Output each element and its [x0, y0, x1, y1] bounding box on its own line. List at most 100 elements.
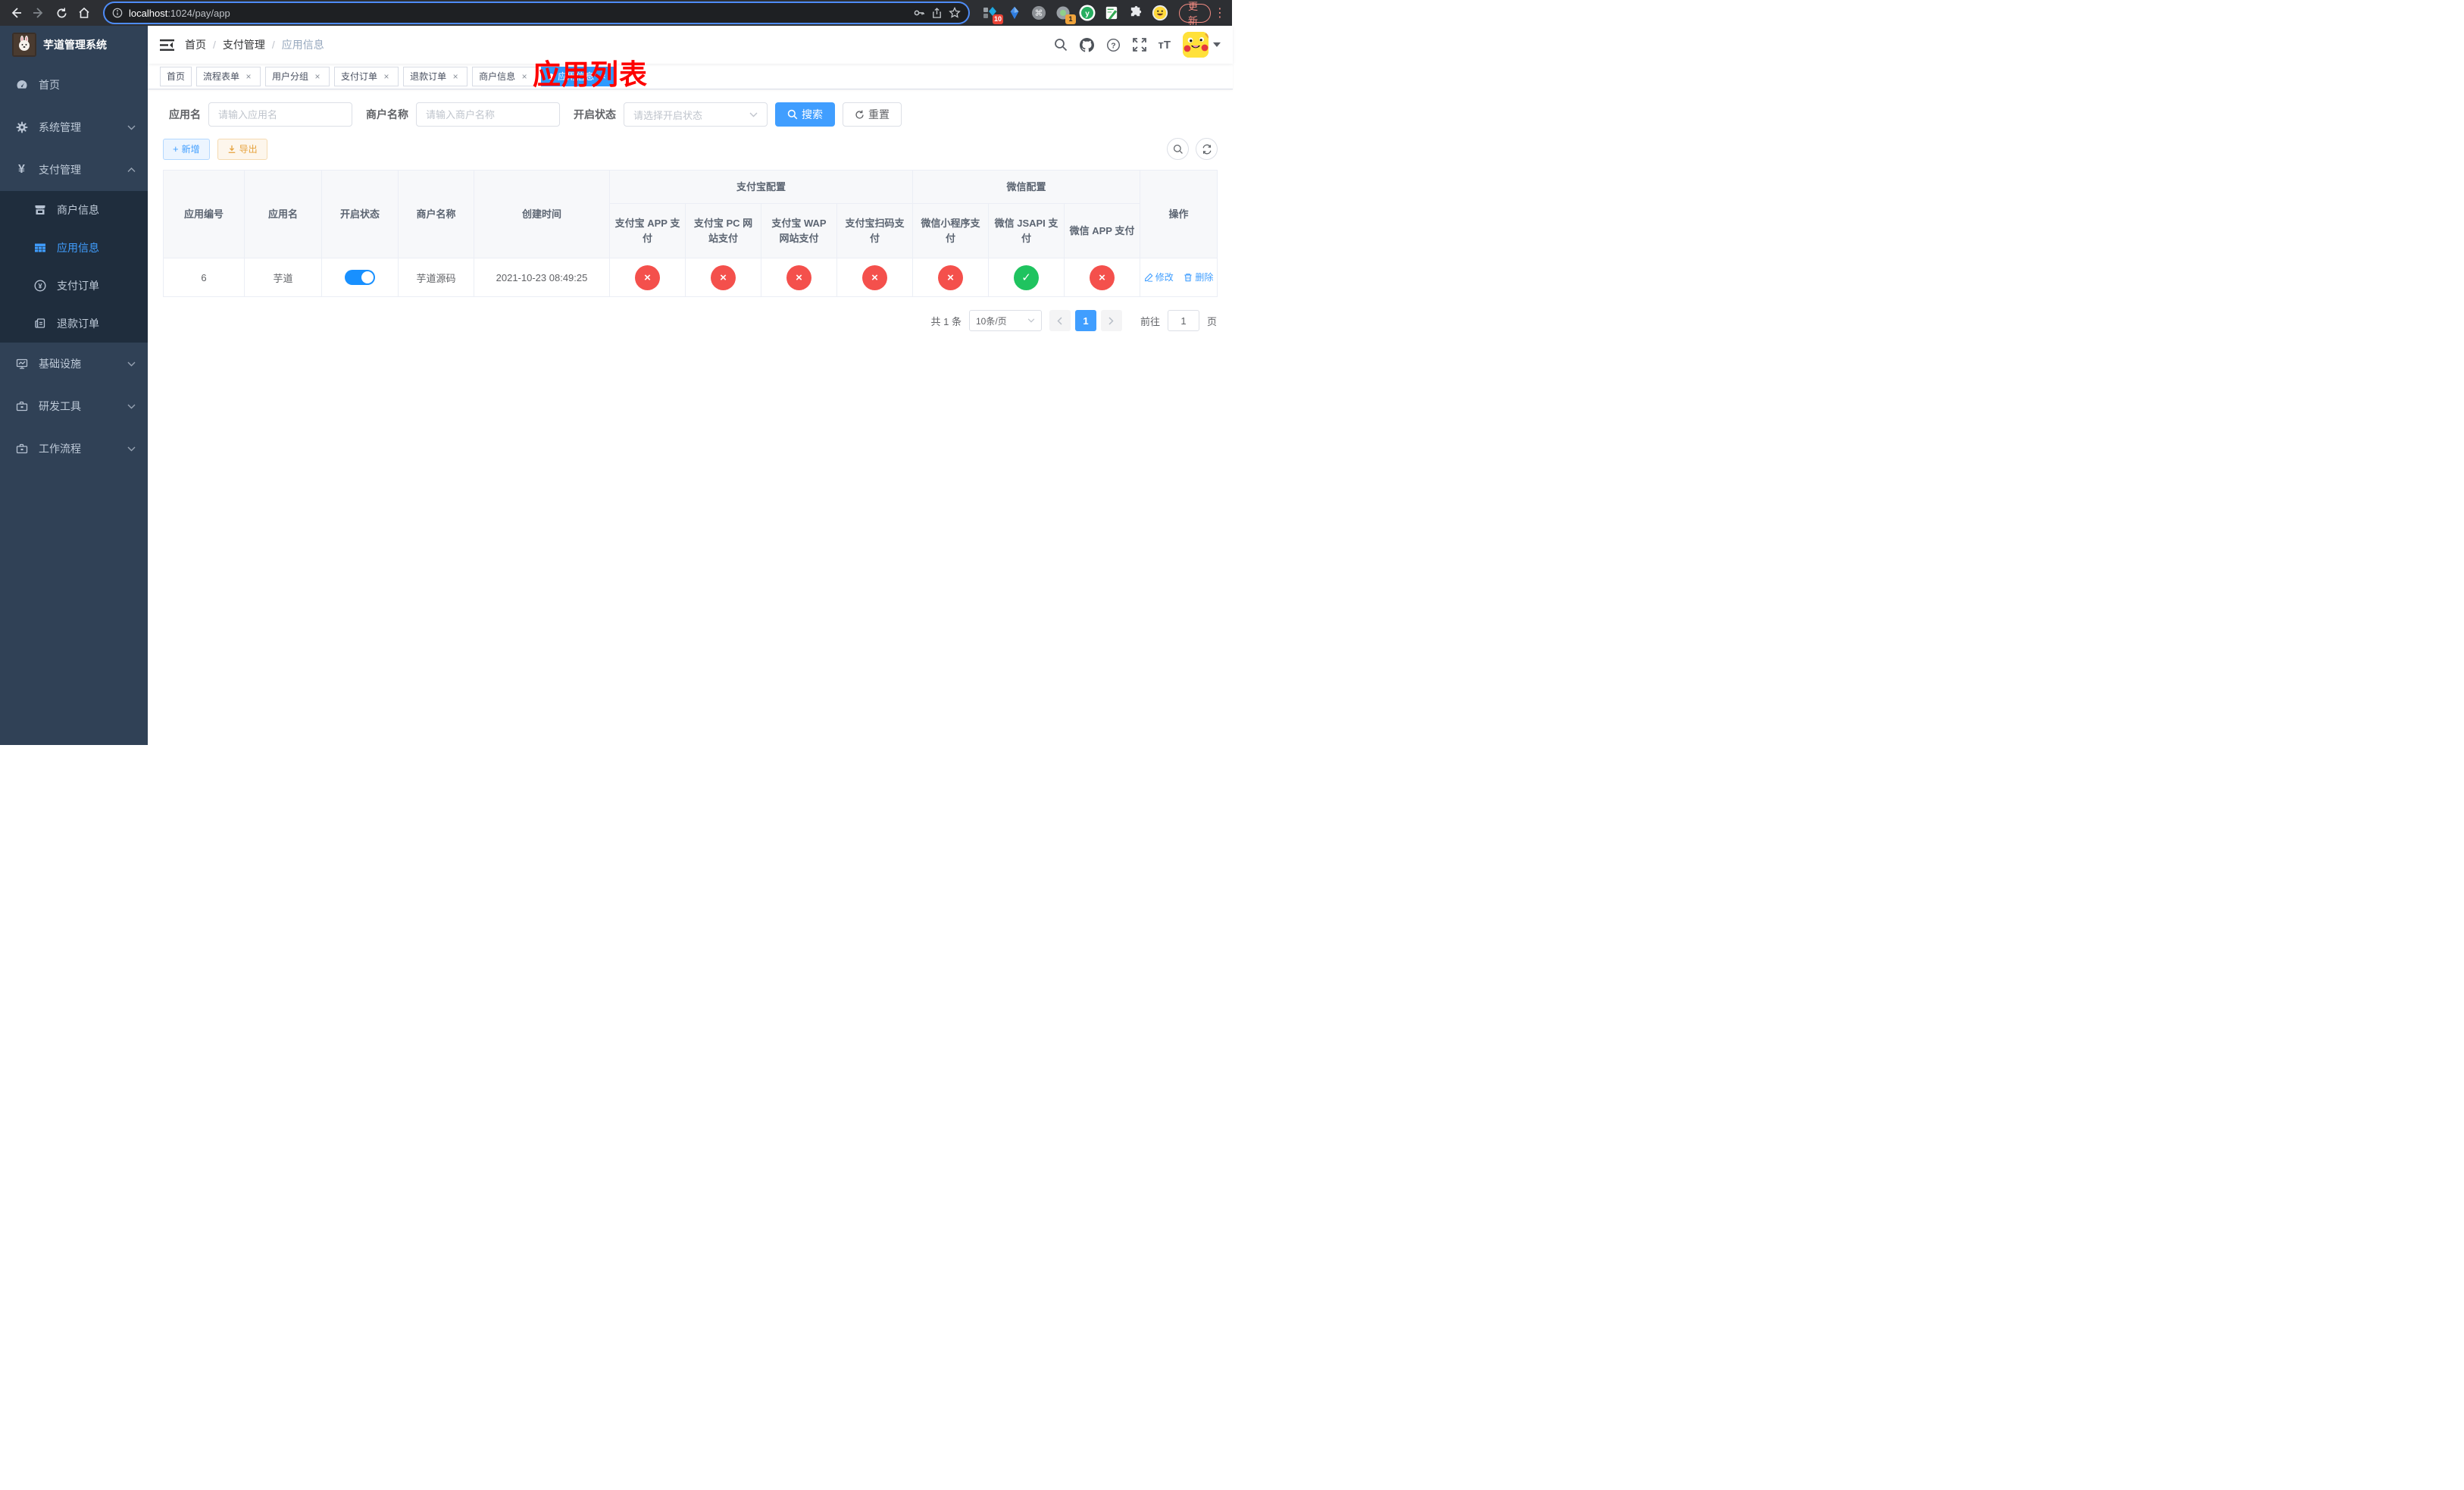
col-alipay-app: 支付宝 APP 支付 — [609, 203, 686, 258]
alipay-wap-status-icon: × — [786, 265, 811, 290]
document-icon — [33, 318, 46, 330]
chevron-down-icon — [127, 446, 136, 452]
app-logo-row[interactable]: 芋道管理系统 — [0, 26, 148, 64]
address-bar[interactable]: localhost:1024/pay/app — [105, 3, 968, 23]
breadcrumb-separator: / — [271, 39, 275, 51]
extension-kite-icon[interactable] — [1006, 5, 1023, 21]
chevron-down-icon — [1027, 318, 1035, 323]
site-info-icon[interactable] — [112, 8, 123, 18]
tab-process-form[interactable]: 流程表单 × — [196, 66, 261, 86]
col-status: 开启状态 — [321, 170, 399, 258]
share-icon[interactable] — [931, 7, 943, 19]
cell-app-name: 芋道 — [244, 258, 322, 297]
sidebar-fold-icon[interactable] — [160, 39, 174, 52]
extension-grid-icon[interactable]: 10 — [982, 5, 1003, 24]
sidebar-item-workflow[interactable]: 工作流程 — [0, 427, 148, 470]
bookmark-star-icon[interactable] — [949, 7, 961, 19]
tab-user-group[interactable]: 用户分组 × — [265, 66, 330, 86]
payment-submenu: 商户信息 应用信息 ¥ 支付订单 退款订单 — [0, 191, 148, 343]
edit-link[interactable]: 修改 — [1144, 271, 1174, 283]
close-icon[interactable]: × — [450, 71, 461, 82]
show-search-button[interactable] — [1167, 138, 1190, 160]
tab-refund-order[interactable]: 退款订单 × — [403, 66, 468, 86]
app-name-label: 应用名 — [169, 108, 201, 121]
grid-table-icon — [33, 242, 46, 254]
svg-text:⌘: ⌘ — [1035, 9, 1043, 18]
status-select[interactable]: 请选择开启状态 — [624, 102, 768, 127]
breadcrumb-separator: / — [213, 39, 216, 51]
goto-prefix: 前往 — [1140, 315, 1160, 327]
sidebar-item-pay-order[interactable]: ¥ 支付订单 — [0, 267, 148, 305]
extension-notes-icon[interactable] — [1103, 5, 1120, 21]
browser-menu-icon[interactable]: ⋮ — [1214, 5, 1226, 20]
app-name-input[interactable] — [218, 108, 342, 121]
cell-created: 2021-10-23 08:49:25 — [474, 258, 610, 297]
add-button[interactable]: + 新增 — [163, 138, 210, 160]
chevron-up-icon — [127, 167, 136, 173]
sidebar-item-dev-tools[interactable]: 研发工具 — [0, 385, 148, 427]
gear-icon — [15, 121, 28, 133]
breadcrumb-home[interactable]: 首页 — [185, 37, 206, 52]
sidebar-item-home[interactable]: 首页 — [0, 64, 148, 106]
sidebar-item-system[interactable]: 系统管理 — [0, 106, 148, 149]
chevron-down-icon — [1213, 42, 1221, 47]
refresh-table-button[interactable] — [1196, 138, 1218, 160]
tab-home[interactable]: 首页 — [160, 66, 192, 86]
sidebar-item-merchant-info[interactable]: 商户信息 — [0, 191, 148, 229]
reload-icon[interactable] — [52, 3, 71, 23]
extensions-puzzle-icon[interactable] — [1127, 5, 1144, 21]
user-menu[interactable] — [1183, 32, 1221, 58]
tab-pay-order[interactable]: 支付订单 × — [334, 66, 399, 86]
font-size-icon[interactable]: тT — [1159, 39, 1171, 52]
chevron-down-icon — [127, 404, 136, 409]
sidebar-item-refund-order[interactable]: 退款订单 — [0, 305, 148, 343]
tab-merchant-info[interactable]: 商户信息 × — [472, 66, 537, 86]
search-button[interactable]: 搜索 — [775, 102, 835, 127]
reset-button[interactable]: 重置 — [843, 102, 902, 127]
extension-y-icon[interactable]: y — [1079, 5, 1096, 21]
chevron-down-icon — [127, 362, 136, 367]
url-text: localhost:1024/pay/app — [129, 7, 230, 19]
col-app-name: 应用名 — [244, 170, 322, 258]
cell-status — [321, 258, 399, 297]
sidebar-item-payment[interactable]: ¥ 支付管理 — [0, 149, 148, 191]
delete-link[interactable]: 删除 — [1184, 271, 1213, 283]
dashboard-icon — [15, 79, 28, 91]
cell-ops: 修改 删除 — [1140, 258, 1218, 297]
browser-update-button[interactable]: 更新 — [1179, 1, 1211, 27]
user-avatar — [1183, 32, 1209, 58]
enabled-switch[interactable] — [345, 270, 375, 285]
home-icon[interactable] — [74, 3, 94, 23]
extension-recorder-icon[interactable]: 1 — [1055, 5, 1076, 24]
breadcrumb-payment[interactable]: 支付管理 — [223, 37, 265, 52]
page-number-button[interactable]: 1 — [1074, 310, 1096, 331]
chevron-down-icon — [749, 112, 758, 117]
github-icon[interactable] — [1079, 37, 1094, 52]
profile-avatar-icon[interactable] — [1152, 5, 1168, 21]
back-icon[interactable] — [6, 3, 26, 23]
fullscreen-icon[interactable] — [1132, 38, 1146, 52]
close-icon[interactable]: × — [381, 71, 392, 82]
header-search-icon[interactable] — [1054, 38, 1068, 52]
close-icon[interactable]: × — [519, 71, 530, 82]
export-button[interactable]: 导出 — [217, 138, 267, 160]
col-wechat-app: 微信 APP 支付 — [1064, 203, 1141, 258]
sidebar-item-infrastructure[interactable]: 基础设施 — [0, 343, 148, 385]
red-annotation-title: 应用列表 — [533, 59, 648, 90]
close-icon[interactable]: × — [312, 71, 323, 82]
sidebar-item-app-info[interactable]: 应用信息 — [0, 229, 148, 267]
prev-page-button[interactable] — [1049, 310, 1071, 331]
app-name-input-wrap — [208, 102, 352, 127]
password-key-icon[interactable] — [913, 7, 925, 19]
merchant-name-input[interactable] — [426, 108, 550, 121]
breadcrumb: 首页 / 支付管理 / 应用信息 — [185, 37, 324, 52]
breadcrumb-current: 应用信息 — [281, 39, 324, 51]
merchant-name-input-wrap — [416, 102, 560, 127]
help-icon[interactable]: ? — [1106, 38, 1121, 52]
page-size-select[interactable]: 10条/页 — [968, 310, 1042, 331]
forward-icon[interactable] — [29, 3, 48, 23]
close-icon[interactable]: × — [243, 71, 254, 82]
extension-command-icon[interactable]: ⌘ — [1030, 5, 1047, 21]
goto-page-input[interactable] — [1167, 310, 1199, 331]
next-page-button[interactable] — [1100, 310, 1122, 331]
